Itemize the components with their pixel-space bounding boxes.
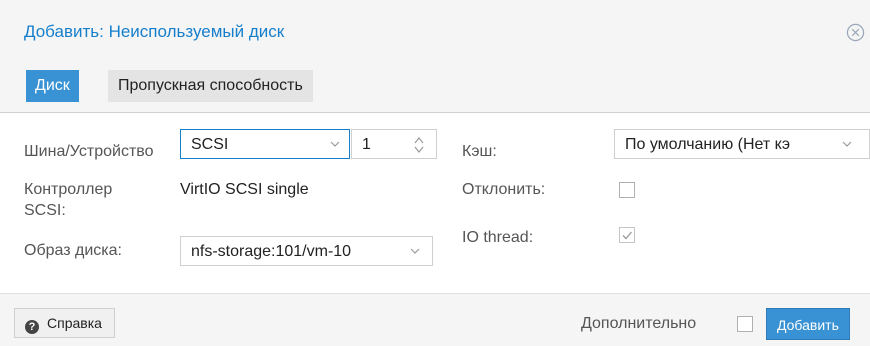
add-button[interactable]: Добавить (766, 308, 850, 340)
cache-label: Кэш: (462, 143, 497, 160)
disk-image-label: Образ диска: (24, 242, 122, 259)
spinner-arrows-icon[interactable] (412, 135, 426, 155)
device-number-stepper[interactable]: 1 (351, 129, 437, 159)
checkmark-icon (622, 231, 632, 240)
bus-device-label: Шина/Устройство (24, 143, 154, 160)
tab-bandwidth[interactable]: Пропускная способность (108, 70, 313, 102)
io-thread-checkbox[interactable] (619, 227, 635, 243)
discard-checkbox[interactable] (619, 182, 635, 198)
dialog-title: Добавить: Неиспользуемый диск (24, 22, 285, 41)
bus-select[interactable]: SCSI (180, 129, 350, 159)
chevron-down-icon (410, 248, 420, 254)
discard-label: Отклонить: (462, 181, 546, 198)
device-number-value: 1 (362, 136, 371, 153)
bus-select-value: SCSI (191, 136, 229, 153)
cache-select[interactable]: По умолчанию (Нет кэ (614, 129, 870, 159)
help-button[interactable]: ? Справка (14, 308, 115, 338)
io-thread-label: IO thread: (462, 229, 534, 246)
chevron-down-icon (330, 141, 340, 147)
scsi-controller-label-line2: SCSI: (24, 202, 66, 219)
tab-disk[interactable]: Диск (26, 70, 79, 102)
question-icon: ? (25, 320, 39, 334)
help-button-label: Справка (47, 315, 102, 331)
tab-bar: Диск Пропускная способность (0, 62, 870, 113)
disk-image-select[interactable]: nfs-storage:101/vm-10 (180, 236, 433, 266)
disk-image-value: nfs-storage:101/vm-10 (191, 243, 352, 260)
dialog-footer: ? Справка Дополнительно Добавить (0, 293, 870, 346)
close-icon[interactable] (846, 23, 865, 42)
cache-value: По умолчанию (Нет кэ (625, 136, 791, 153)
scsi-controller-label-line1: Контроллер (24, 181, 113, 198)
scsi-controller-value: VirtIO SCSI single (180, 181, 309, 198)
dialog-header: Добавить: Неиспользуемый диск (0, 0, 870, 63)
chevron-down-icon (842, 141, 852, 147)
advanced-label: Дополнительно (581, 315, 697, 332)
advanced-checkbox[interactable] (737, 316, 753, 332)
